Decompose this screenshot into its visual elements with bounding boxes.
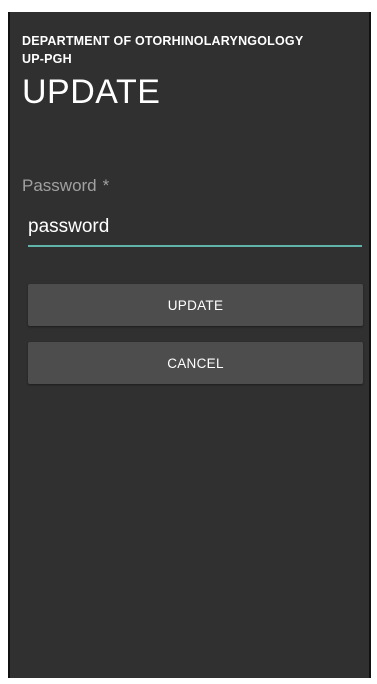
update-button[interactable]: UPDATE [28, 284, 363, 326]
device-frame: DEPARTMENT OF OTORHINOLARYNGOLOGY UP-PGH… [0, 0, 377, 684]
cancel-button[interactable]: CANCEL [28, 342, 363, 384]
header: DEPARTMENT OF OTORHINOLARYNGOLOGY UP-PGH… [22, 32, 359, 112]
password-field[interactable] [28, 213, 362, 247]
page-title: UPDATE [22, 73, 161, 111]
required-marker: * [102, 176, 110, 195]
department-name: DEPARTMENT OF OTORHINOLARYNGOLOGY [22, 34, 304, 48]
app-screen: DEPARTMENT OF OTORHINOLARYNGOLOGY UP-PGH… [8, 12, 371, 678]
department-subtitle: UP-PGH [22, 52, 72, 66]
password-label-text: Password [22, 176, 97, 195]
password-label: Password * [22, 176, 109, 196]
